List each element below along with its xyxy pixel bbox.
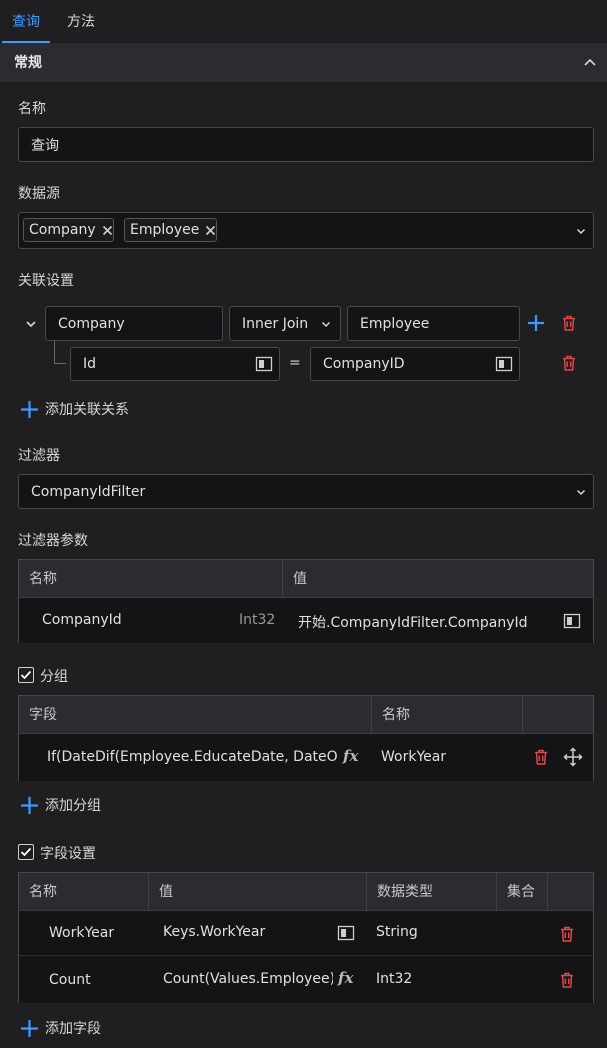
- datasource-chip-employee: Employee: [124, 218, 218, 242]
- datasource-label: 数据源: [18, 186, 60, 202]
- tree-connector: [54, 363, 66, 364]
- delete-field-trash-icon[interactable]: [558, 925, 576, 943]
- join-left-field-value: Id: [83, 356, 97, 372]
- fx-icon[interactable]: fx: [338, 969, 353, 987]
- add-group-button[interactable]: 添加分组: [20, 795, 101, 815]
- table-header: 名称 值: [19, 560, 593, 598]
- chevron-down-icon[interactable]: [575, 225, 587, 237]
- table-row: Count Count(Values.Employee) fx Int32: [19, 957, 593, 1003]
- name-label: 名称: [18, 101, 46, 117]
- filter-value: CompanyIdFilter: [31, 483, 146, 500]
- delete-group-trash-icon[interactable]: [532, 748, 550, 766]
- filter-label: 过滤器: [18, 448, 60, 464]
- field-name[interactable]: Count: [49, 972, 91, 988]
- column-header-datatype: 数据类型: [377, 884, 433, 900]
- filter-params-label: 过滤器参数: [18, 533, 88, 549]
- section-header-general[interactable]: 常规: [0, 44, 607, 82]
- column-separator: [522, 696, 523, 734]
- column-header-value: 值: [293, 571, 307, 587]
- field-settings-table: 名称 值 数据类型 集合 WorkYear Keys.WorkYear Stri…: [18, 872, 594, 1003]
- join-operator: =: [289, 355, 301, 371]
- move-drag-icon[interactable]: [563, 747, 583, 767]
- grouping-label[interactable]: 分组: [40, 666, 68, 686]
- checkmark-icon: [20, 670, 32, 680]
- join-left-table-input[interactable]: Company: [45, 306, 223, 341]
- add-join-button[interactable]: 添加关联关系: [20, 399, 129, 419]
- active-tab-indicator: [2, 41, 50, 43]
- grouping-checkbox[interactable]: [18, 667, 34, 683]
- expand-icon[interactable]: [337, 925, 355, 941]
- group-name[interactable]: WorkYear: [381, 749, 446, 765]
- column-header-name: 名称: [382, 707, 410, 723]
- field-value[interactable]: Keys.WorkYear: [163, 924, 333, 940]
- chevron-up-icon[interactable]: [581, 54, 599, 72]
- filter-select[interactable]: CompanyIdFilter: [18, 474, 594, 509]
- expand-icon[interactable]: [255, 356, 273, 372]
- add-join-label: 添加关联关系: [45, 402, 129, 418]
- collapse-join-icon[interactable]: [24, 317, 38, 331]
- join-right-field-input[interactable]: CompanyID: [310, 347, 520, 381]
- fx-icon[interactable]: fx: [343, 747, 358, 765]
- field-value[interactable]: Count(Values.Employee): [163, 971, 333, 987]
- column-header-field: 字段: [29, 707, 57, 723]
- field-name[interactable]: WorkYear: [49, 925, 114, 941]
- join-settings-label: 关联设置: [18, 273, 74, 289]
- column-header-name: 名称: [29, 571, 57, 587]
- field-settings-checkbox[interactable]: [18, 844, 34, 860]
- join-type-value: Inner Join: [242, 315, 309, 332]
- plus-icon: [21, 1019, 38, 1037]
- table-row: If(DateDif(Employee.EducateDate, DateOnl…: [19, 735, 593, 781]
- column-header-value: 值: [159, 884, 173, 900]
- join-right-table-input[interactable]: Employee: [347, 306, 520, 341]
- param-value[interactable]: 开始.CompanyIdFilter.CompanyId: [298, 612, 543, 632]
- table-row: WorkYear Keys.WorkYear String: [19, 912, 593, 956]
- join-left-table-value: Company: [58, 315, 125, 332]
- filter-params-table: 名称 值 CompanyId Int32 开始.CompanyIdFilter.…: [18, 559, 594, 643]
- param-type: Int32: [239, 612, 276, 628]
- expand-icon[interactable]: [563, 613, 581, 629]
- chevron-down-icon: [321, 321, 331, 328]
- group-field-expression[interactable]: If(DateDif(Employee.EducateDate, DateOnl…: [47, 749, 337, 765]
- column-header-aggregate: 集合: [507, 884, 535, 900]
- field-datatype[interactable]: String: [376, 924, 418, 940]
- remove-chip-icon[interactable]: [102, 225, 113, 236]
- add-group-label: 添加分组: [45, 798, 101, 814]
- add-join-plus-icon[interactable]: [526, 313, 546, 333]
- grouping-table: 字段 名称 If(DateDif(Employee.EducateDate, D…: [18, 695, 594, 781]
- plus-icon: [21, 400, 38, 418]
- checkmark-icon: [20, 847, 32, 857]
- expand-icon[interactable]: [495, 356, 513, 372]
- remove-chip-icon[interactable]: [205, 225, 216, 236]
- table-header: 字段 名称: [19, 696, 593, 734]
- field-datatype[interactable]: Int32: [376, 971, 412, 987]
- name-input[interactable]: 查询: [18, 127, 594, 162]
- delete-condition-trash-icon[interactable]: [560, 354, 578, 372]
- table-header: 名称 值 数据类型 集合: [19, 873, 593, 911]
- tree-connector: [54, 341, 55, 363]
- delete-field-trash-icon[interactable]: [558, 971, 576, 989]
- table-row: CompanyId Int32 开始.CompanyIdFilter.Compa…: [19, 599, 593, 643]
- tab-query[interactable]: 查询: [12, 0, 40, 44]
- join-type-select[interactable]: Inner Join: [229, 306, 341, 341]
- param-name: CompanyId: [42, 612, 122, 628]
- add-field-label: 添加字段: [45, 1021, 101, 1037]
- column-header-name: 名称: [29, 884, 57, 900]
- plus-icon: [21, 796, 38, 814]
- column-separator: [547, 873, 548, 911]
- join-right-table-value: Employee: [360, 315, 430, 332]
- name-input-value: 查询: [31, 137, 59, 154]
- tab-bar: 查询 方法: [0, 0, 607, 44]
- chevron-down-icon: [576, 489, 586, 496]
- add-field-button[interactable]: 添加字段: [20, 1018, 101, 1038]
- delete-join-trash-icon[interactable]: [560, 314, 578, 332]
- datasource-select[interactable]: Company Employee: [18, 212, 594, 249]
- join-left-field-input[interactable]: Id: [70, 347, 280, 381]
- datasource-chip-company: Company: [23, 218, 114, 242]
- tab-methods[interactable]: 方法: [67, 0, 95, 44]
- field-settings-label[interactable]: 字段设置: [40, 843, 96, 863]
- section-title: 常规: [14, 55, 42, 71]
- join-right-field-value: CompanyID: [323, 356, 405, 372]
